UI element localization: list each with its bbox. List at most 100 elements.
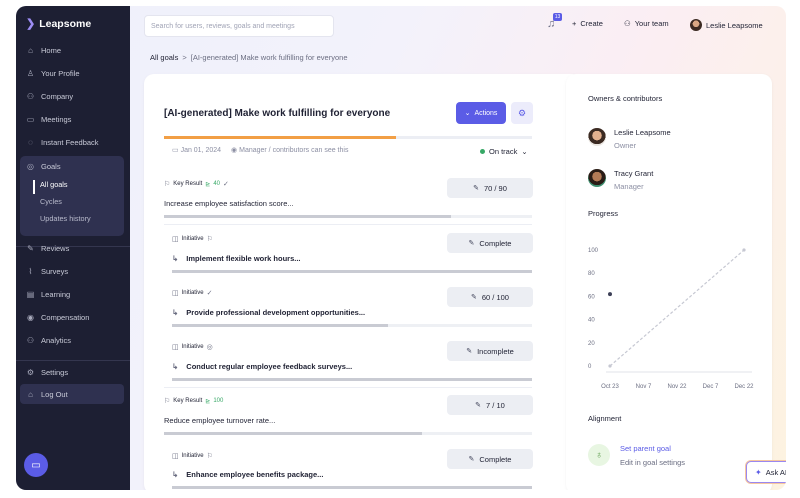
lightbulb-icon: ♁ [588,444,610,466]
progress-chart: 0 20 40 60 80 100 Oct 23 Nov 7 Nov 22 Dec 7 Dec 22 [588,248,754,390]
goal-detail-card: [AI-generated] Make work fulfilling for … [144,74,582,490]
key-result-title[interactable]: Increase employee satisfaction score... [164,199,294,208]
initiative-icon: ◫ [172,236,179,243]
sidebar-item-logout[interactable]: ⌂ Log Out [16,384,130,404]
progress-value-button[interactable]: ✎ 70 / 90 [447,178,533,198]
app-logo[interactable]: ❯ Leapsome [26,17,92,31]
initiative-title[interactable]: ↳ Provide professional development opport… [172,308,365,317]
y-tick-label: 60 [588,294,595,300]
divider [164,224,532,225]
progress-value-button[interactable]: ✎ 60 / 100 [447,287,533,307]
x-tick-label: Nov 7 [636,384,652,390]
pencil-icon: ✎ [468,456,475,463]
x-tick-label: Dec 22 [734,384,754,390]
check-icon: ✓ [206,290,213,297]
x-tick-label: Nov 22 [667,384,687,390]
item-progress-fill [164,432,422,435]
item-progress-bar [164,432,532,435]
sidebar-item-learning[interactable]: ▤ Learning [16,284,130,304]
y-tick-label: 40 [588,318,595,324]
page-title: [AI-generated] Make work fulfilling for … [164,108,391,119]
sidebar-sub-cycles[interactable]: Cycles [40,197,62,206]
active-indicator [33,180,35,194]
notification-badge: 13 [553,13,562,21]
eye-icon: ◉ [231,147,240,154]
chevron-down-icon: ⌄ [464,110,471,117]
sidebar-item-goals[interactable]: ◎ Goals [16,156,130,176]
manager-entry[interactable]: Tracy Grant Manager [588,169,653,191]
sidebar-item-instant-feedback[interactable]: ◌ Instant Feedback [16,132,130,152]
item-progress-bar [172,324,532,327]
leapsome-logo-icon: ❯ [26,18,36,30]
target-icon: ◎ [27,161,34,171]
sidebar-item-analytics[interactable]: ⚇ Analytics [16,330,130,350]
goal-date: ▭ Jan 01, 2024 [172,147,222,154]
initiative-title[interactable]: ↳ Conduct regular employee feedback surve… [172,362,352,371]
search-input[interactable]: Search for users, reviews, goals and mee… [144,15,334,37]
user-menu[interactable]: Leslie Leapsome [690,19,763,31]
sidebar-item-surveys[interactable]: ⌇ Surveys [16,261,130,281]
app-name: Leapsome [39,17,92,30]
status-value-button[interactable]: ✎ Complete [447,233,533,253]
y-tick-label: 20 [588,341,595,347]
flag-icon: ⚐ [164,398,171,405]
sidebar-item-company[interactable]: ⚇ Company [16,86,130,106]
sidebar-item-reviews[interactable]: ✎ Reviews [16,238,130,258]
sidebar-item-meetings[interactable]: ▭ Meetings [16,109,130,129]
initiative-tag: ◫ Initiative ◎ [172,344,213,351]
avatar [588,169,606,187]
flag-icon: ⚐ [206,236,213,243]
item-progress-fill [172,378,532,381]
sidebar-sub-all-goals[interactable]: All goals [40,180,68,189]
owner-entry[interactable]: Leslie Leapsome Owner [588,128,671,150]
progress-heading: Progress [588,209,619,218]
set-parent-goal-link[interactable]: Set parent goal [620,444,685,453]
status-value-button[interactable]: ✎ Complete [447,449,533,469]
sidebar-item-home[interactable]: ⌂ Home [16,40,130,60]
key-result-title[interactable]: Reduce employee turnover rate... [164,416,275,425]
current-progress-point [608,292,612,297]
item-progress-fill [172,486,532,489]
x-tick-label: Dec 7 [703,384,719,390]
target-icon: ◎ [206,344,213,351]
progress-value-button[interactable]: ✎ 7 / 10 [447,395,533,415]
target-point [608,364,612,368]
home-icon: ⌂ [28,45,33,55]
pencil-icon: ✎ [466,348,473,355]
pen-icon: ✎ [27,243,34,253]
target-point [742,248,746,252]
pencil-icon: ✎ [471,294,477,301]
owners-heading: Owners & contributors [588,94,663,103]
money-icon: ◉ [27,312,34,322]
pencil-icon: ✎ [473,185,479,192]
sidebar-item-profile[interactable]: ♙ Your Profile [16,63,130,83]
your-team-button[interactable]: ⚇ Your team [624,19,669,28]
item-progress-bar [172,486,532,489]
x-tick-label: Oct 23 [601,384,619,390]
actions-button[interactable]: ⌄ Actions [456,102,506,124]
initiative-title[interactable]: ↳ Implement flexible work hours... [172,254,301,263]
breadcrumb-all-goals[interactable]: All goals [150,53,178,62]
chat-icon: ▭ [31,459,41,471]
status-value-button[interactable]: ✎ Incomplete [447,341,533,361]
calendar-icon: ▭ [172,147,181,154]
support-chat-button[interactable]: ▭ [24,453,48,477]
ask-ai-button[interactable]: ✦ Ask AI [746,461,786,483]
status-dropdown[interactable]: On track ⌄ [480,147,528,156]
target-trend-line [609,249,745,367]
edit-in-settings-hint: Edit in goal settings [620,458,686,467]
initiative-icon: ◫ [172,290,179,297]
avatar [588,128,606,146]
initiative-title[interactable]: ↳ Enhance employee benefits package... [172,470,323,479]
plus-icon: + [572,19,577,28]
sidebar-sub-updates-history[interactable]: Updates history [40,214,91,223]
sidebar-item-settings[interactable]: ⚙ Settings [16,362,130,382]
status-dot-icon [480,149,485,154]
y-tick-label: 0 [588,364,592,370]
breadcrumb: All goals > [AI-generated] Make work ful… [150,53,348,62]
goal-settings-button[interactable]: ⚙ [511,102,533,124]
book-icon: ▤ [26,289,35,299]
create-button[interactable]: + Create [572,19,603,28]
sidebar-item-compensation[interactable]: ◉ Compensation [16,307,130,327]
initiative-tag: ◫ Initiative ⚐ [172,453,213,460]
